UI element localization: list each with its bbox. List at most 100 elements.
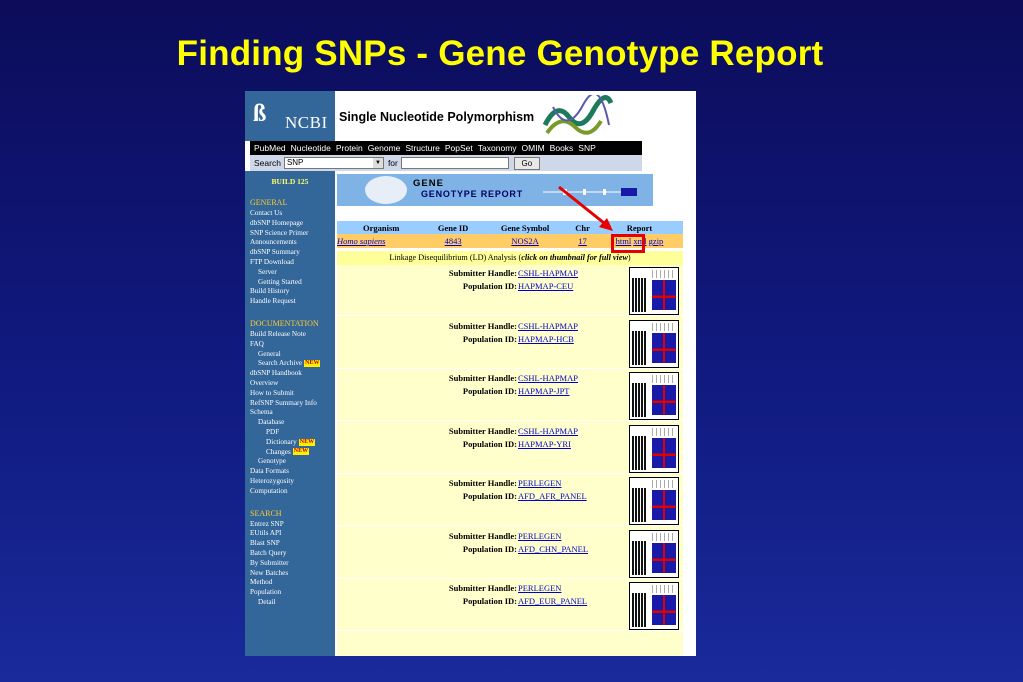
- sidebar-item[interactable]: Detail: [250, 598, 335, 608]
- ld-thumbnail[interactable]: [629, 424, 679, 473]
- nav-item-omim[interactable]: OMIM: [522, 143, 545, 153]
- sidebar-item-label: Database: [258, 418, 285, 427]
- sidebar-item[interactable]: Changes NEW: [250, 448, 335, 458]
- sidebar-item[interactable]: EUtils API: [250, 529, 335, 539]
- sidebar-item-label: FTP Download: [250, 257, 294, 266]
- gene-symbol-link[interactable]: NOS2A: [511, 236, 538, 246]
- sidebar-item[interactable]: Search Archive NEW: [250, 359, 335, 369]
- table-header-row: Organism Gene ID Gene Symbol Chr Report: [337, 221, 683, 234]
- submitter-label: Submitter Handle:: [448, 373, 517, 383]
- nav-item-popset[interactable]: PopSet: [445, 143, 473, 153]
- population-label: Population ID:: [462, 543, 517, 554]
- sidebar-item[interactable]: PDF: [250, 428, 335, 438]
- sidebar-item[interactable]: Population: [250, 588, 335, 598]
- sidebar-item[interactable]: dbSNP Handbook: [250, 369, 335, 379]
- sidebar: BUILD 125 GENERAL Contact Us dbSNP Homepag…: [245, 171, 335, 656]
- sidebar-item[interactable]: How to Submit: [250, 389, 335, 399]
- ld-title-suffix: ): [627, 253, 631, 262]
- submitter-link[interactable]: CSHL-HAPMAP: [518, 426, 578, 436]
- ld-thumbnail[interactable]: [629, 529, 679, 578]
- sidebar-item[interactable]: Entrez SNP: [250, 520, 335, 530]
- ld-thumbnail[interactable]: [629, 582, 679, 630]
- sidebar-item[interactable]: Computation: [250, 487, 335, 497]
- nav-item-snp[interactable]: SNP: [578, 143, 595, 153]
- sidebar-item[interactable]: dbSNP Summary: [250, 248, 335, 258]
- sidebar-item-label: General: [258, 349, 281, 358]
- chr-link[interactable]: 17: [578, 236, 587, 246]
- population-link[interactable]: HAPMAP-CEU: [518, 281, 573, 291]
- nav-item-protein[interactable]: Protein: [336, 143, 363, 153]
- nav-item-taxonomy[interactable]: Taxonomy: [478, 143, 517, 153]
- sidebar-item[interactable]: FAQ: [250, 340, 335, 350]
- nav-item-nucleotide[interactable]: Nucleotide: [291, 143, 331, 153]
- sidebar-item[interactable]: Database: [250, 418, 335, 428]
- population-link[interactable]: AFD_AFR_PANEL: [518, 491, 587, 501]
- sidebar-item[interactable]: Heterozygosity: [250, 477, 335, 487]
- sidebar-item[interactable]: RefSNP Summary Info: [250, 399, 335, 409]
- sidebar-item[interactable]: Build History: [250, 287, 335, 297]
- sidebar-item[interactable]: Method: [250, 578, 335, 588]
- sidebar-item-label: Contact Us: [250, 209, 283, 217]
- nav-item-genome[interactable]: Genome: [368, 143, 401, 153]
- sidebar-item[interactable]: Announcements: [250, 238, 335, 248]
- submitter-label: Submitter Handle:: [448, 530, 517, 541]
- sidebar-item[interactable]: SNP Science Primer: [250, 229, 335, 239]
- sidebar-item[interactable]: dbSNP Homepage: [250, 219, 335, 229]
- population-link[interactable]: HAPMAP-YRI: [518, 439, 571, 449]
- sidebar-item-label: FAQ: [250, 339, 264, 348]
- organism-link[interactable]: Homo sapiens: [337, 236, 385, 246]
- sidebar-item-label: PDF: [266, 427, 280, 436]
- sidebar-item-label: Dictionary: [266, 437, 297, 446]
- population-link[interactable]: HAPMAP-JPT: [518, 386, 570, 396]
- submitter-link[interactable]: CSHL-HAPMAP: [518, 268, 578, 278]
- population-link[interactable]: AFD_CHN_PANEL: [518, 544, 588, 554]
- ld-thumbnail[interactable]: [629, 477, 679, 525]
- population-link[interactable]: AFD_EUR_PANEL: [518, 596, 587, 606]
- sidebar-item[interactable]: Getting Started: [250, 278, 335, 288]
- build-label: BUILD 125: [271, 177, 309, 186]
- ld-thumbnail[interactable]: [629, 319, 679, 368]
- sidebar-item[interactable]: General: [250, 350, 335, 360]
- submitter-link[interactable]: PERLEGEN: [518, 531, 561, 541]
- sidebar-item[interactable]: Data Formats: [250, 467, 335, 477]
- dna-icon: ß: [253, 101, 267, 127]
- population-label: Population ID:: [462, 281, 517, 291]
- submitter-link[interactable]: PERLEGEN: [518, 583, 561, 593]
- go-button[interactable]: Go: [513, 156, 540, 170]
- for-label: for: [387, 158, 398, 168]
- sidebar-item[interactable]: Build Release Note: [250, 330, 335, 340]
- sidebar-item-label: Handle Request: [250, 297, 296, 306]
- sidebar-item[interactable]: Server: [250, 268, 335, 278]
- sidebar-item[interactable]: By Submitter: [250, 559, 335, 569]
- sidebar-item[interactable]: Overview: [250, 379, 335, 389]
- search-input[interactable]: [400, 157, 509, 169]
- sidebar-item-label: Getting Started: [258, 277, 302, 286]
- sidebar-item[interactable]: Schema: [250, 408, 335, 418]
- submitter-link[interactable]: CSHL-HAPMAP: [518, 373, 578, 383]
- sidebar-item-label: Server: [258, 267, 277, 276]
- search-bar: Search SNP for Go: [250, 155, 642, 171]
- sidebar-item-label: Heterozygosity: [250, 476, 294, 485]
- ld-thumbnail[interactable]: [629, 267, 679, 315]
- submitter-link[interactable]: PERLEGEN: [518, 478, 561, 488]
- sidebar-item[interactable]: Blast SNP: [250, 539, 335, 549]
- nav-item-structure[interactable]: Structure: [405, 143, 440, 153]
- database-select[interactable]: SNP: [283, 157, 384, 169]
- sidebar-item[interactable]: Dictionary NEW: [250, 438, 335, 448]
- sidebar-item[interactable]: Batch Query: [250, 549, 335, 559]
- sidebar-item[interactable]: New Batches: [250, 569, 335, 579]
- population-link[interactable]: HAPMAP-HCB: [518, 334, 574, 344]
- report-gzip-link[interactable]: gzip: [649, 236, 664, 246]
- ld-analysis-title: Linkage Disequilibrium (LD) Analysis (cl…: [337, 251, 683, 265]
- nav-item-pubmed[interactable]: PubMed: [254, 143, 286, 153]
- sidebar-item[interactable]: Genotype: [250, 457, 335, 467]
- sidebar-item[interactable]: Contact Us: [250, 209, 335, 219]
- ncbi-logo[interactable]: ß NCBI: [245, 91, 335, 141]
- nav-item-books[interactable]: Books: [550, 143, 574, 153]
- sidebar-item[interactable]: Handle Request: [250, 297, 335, 307]
- ld-thumbnail[interactable]: [629, 372, 679, 420]
- sidebar-item[interactable]: FTP Download: [250, 258, 335, 268]
- gene-id-link[interactable]: 4843: [445, 236, 462, 246]
- submitter-link[interactable]: CSHL-HAPMAP: [518, 321, 578, 331]
- sidebar-section-title: SEARCH: [250, 508, 282, 518]
